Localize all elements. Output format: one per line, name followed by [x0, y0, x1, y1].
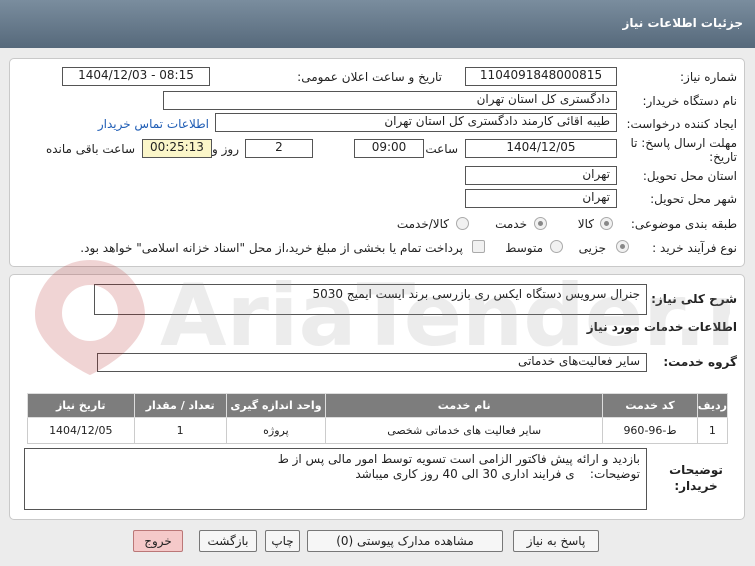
table-header-row: ردیف کد خدمت نام خدمت واحد اندازه گیری ت… [27, 393, 729, 418]
col-quantity: تعداد / مقدار [133, 393, 227, 418]
notes-line-1: بازدید و ارائه پیش فاکتور الزامی است تسو… [277, 452, 640, 466]
city-field[interactable]: تهران [465, 189, 617, 208]
exit-button[interactable]: خروج [133, 530, 183, 552]
description-label: شرح کلی نیاز: [651, 292, 737, 306]
category-option-service: خدمت [495, 217, 527, 231]
table-row[interactable]: 1 ط-96-960 سایر فعالیت های خدماتی شخصی پ… [27, 417, 729, 444]
process-radio-medium[interactable] [550, 240, 563, 253]
page-title: جزئیات اطلاعات نیاز [622, 16, 743, 30]
process-radio-partial[interactable] [616, 240, 629, 253]
notes-line-2-text: ی فرایند اداری 30 الی 40 روز کاری میباشد [355, 467, 575, 481]
days-label: روز و [212, 142, 239, 156]
col-unit: واحد اندازه گیری [225, 393, 327, 418]
attachments-button[interactable]: مشاهده مدارک پیوستی (0) [307, 530, 503, 552]
page-header: جزئیات اطلاعات نیاز [0, 0, 755, 48]
need-number-label: شماره نیاز: [680, 70, 737, 84]
col-row: ردیف [696, 393, 729, 418]
col-code: کد خدمت [602, 393, 698, 418]
services-table: ردیف کد خدمت نام خدمت واحد اندازه گیری ت… [27, 393, 729, 444]
notes-line-2: توضیحات: ی فرایند اداری 30 الی 40 روز کا… [25, 467, 640, 482]
deadline-time-field[interactable]: 09:00 [354, 139, 424, 158]
remaining-time-field: 00:25:13 [142, 139, 212, 158]
cell-quantity: 1 [133, 417, 227, 444]
service-group-label: گروه خدمت: [663, 355, 737, 369]
cell-date: 1404/12/05 [27, 417, 135, 444]
cell-code: ط-96-960 [602, 417, 698, 444]
announce-label: تاریخ و ساعت اعلان عمومی: [297, 70, 442, 84]
buyer-notes-label: توضیحات خریدار: [669, 463, 723, 493]
days-field[interactable]: 2 [245, 139, 313, 158]
cell-row: 1 [696, 417, 729, 444]
deadline-label: مهلت ارسال پاسخ: تا تاریخ: [630, 136, 737, 164]
city-label: شهر محل تحویل: [650, 192, 737, 206]
remaining-label: ساعت باقی مانده [45, 142, 135, 156]
services-section-title: اطلاعات خدمات مورد نیاز [586, 320, 737, 334]
payment-note: پرداخت تمام یا بخشی از مبلغ خرید،از محل … [80, 241, 463, 255]
col-date: تاریخ نیاز [27, 393, 135, 418]
province-field[interactable]: تهران [465, 166, 617, 185]
treasury-checkbox[interactable] [472, 240, 485, 253]
creator-field[interactable]: طیبه اقائی کارمند دادگستری کل استان تهرا… [215, 113, 617, 132]
notes-inline-label: توضیحات: [589, 467, 640, 481]
col-name: نام خدمت [325, 393, 604, 418]
category-label: طبقه بندی موضوعی: [630, 217, 737, 231]
category-option-goods: کالا [577, 217, 594, 231]
process-option-partial: جزیی [578, 241, 606, 255]
cell-unit: پروژه [225, 417, 327, 444]
description-field[interactable]: جنرال سرویس دستگاه ایکس ری بازرسی برند ا… [94, 284, 647, 315]
print-button[interactable]: چاپ [265, 530, 300, 552]
need-number-field[interactable]: 1104091848000815 [465, 67, 617, 86]
category-radio-service[interactable] [534, 217, 547, 230]
time-label: ساعت [425, 142, 458, 156]
buyer-notes-field[interactable]: بازدید و ارائه پیش فاکتور الزامی است تسو… [24, 448, 647, 510]
contact-buyer-link[interactable]: اطلاعات تماس خریدار [98, 117, 209, 131]
cell-name: سایر فعالیت های خدماتی شخصی [325, 417, 604, 444]
process-label: نوع فرآیند خرید : [652, 241, 737, 255]
buyer-label: نام دستگاه خریدار: [642, 94, 738, 108]
back-button[interactable]: بازگشت [199, 530, 257, 552]
category-option-goods-service: کالا/خدمت [396, 217, 449, 231]
category-radio-goods[interactable] [600, 217, 613, 230]
announce-field[interactable]: 1404/12/03 - 08:15 [62, 67, 210, 86]
reply-button[interactable]: پاسخ به نیاز [513, 530, 599, 552]
process-option-medium: متوسط [505, 241, 543, 255]
creator-label: ایجاد کننده درخواست: [626, 117, 737, 131]
province-label: استان محل تحویل: [642, 169, 737, 183]
deadline-date-field[interactable]: 1404/12/05 [465, 139, 617, 158]
service-group-field[interactable]: سایر فعالیت‌های خدماتی [97, 353, 647, 372]
buyer-field[interactable]: دادگستری کل استان تهران [163, 91, 617, 110]
category-radio-goods-service[interactable] [456, 217, 469, 230]
